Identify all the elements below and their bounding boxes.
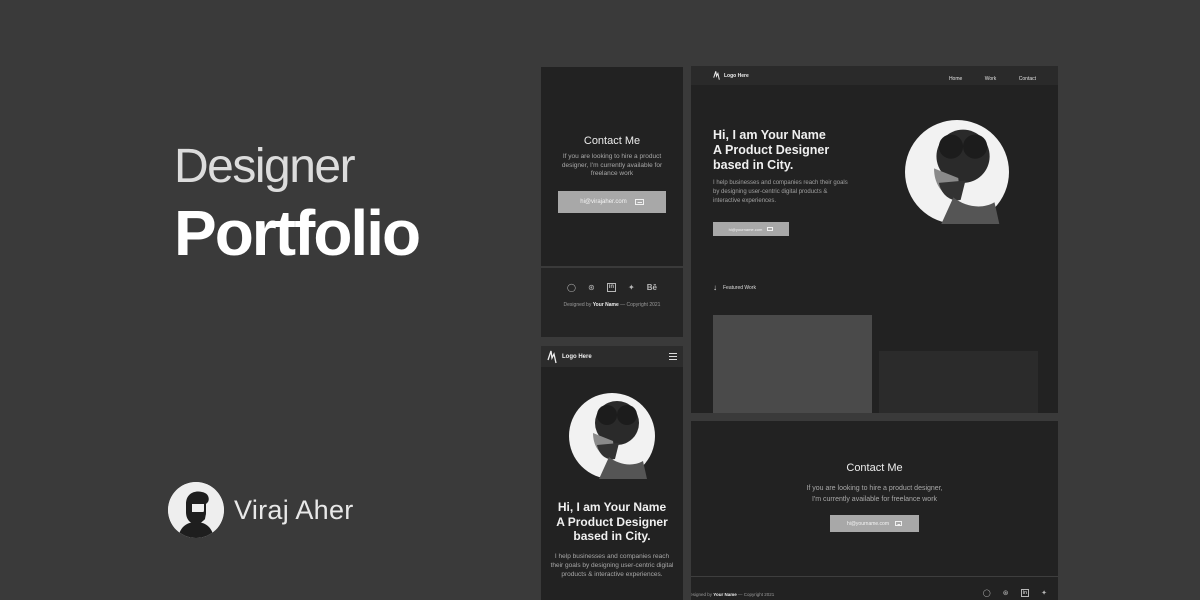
contact-title: Contact Me <box>583 135 641 147</box>
logo-text: Logo Here <box>562 353 592 360</box>
email-button[interactable]: hi@virajaher.com <box>558 190 666 213</box>
nav-home[interactable]: Home <box>949 76 962 82</box>
author: Viraj Aher <box>168 482 354 538</box>
dribbble-icon[interactable]: ⊛ <box>588 283 595 292</box>
desktop-contact-panel: Contact Me If you are looking to hire a … <box>691 421 1058 600</box>
contact-description: If you are looking to hire a product des… <box>806 485 943 503</box>
hero-heading: Hi, I am Your Name A Product Designer ba… <box>713 128 830 172</box>
hero-heading: Hi, I am Your Name A Product Designer ba… <box>556 500 668 543</box>
hero-title-portfolio: Portfolio <box>174 197 421 269</box>
hero-title-designer: Designer <box>174 140 356 193</box>
featured-work-card-1[interactable] <box>713 315 872 413</box>
mail-icon <box>767 227 774 231</box>
footer-credit: Designed by Your Name — Copyright 2021 <box>563 302 661 308</box>
hero-title: Designer Portfolio <box>174 140 421 269</box>
nav-work[interactable]: Work <box>985 76 997 82</box>
email-button[interactable]: hi@yourname.com <box>830 515 919 532</box>
arrow-down-icon: ↓ <box>713 283 717 292</box>
linkedin-icon[interactable]: in <box>606 283 617 292</box>
hero-description: I help businesses and companies reach th… <box>713 180 848 204</box>
dribbble-icon[interactable]: ⊛ <box>1003 589 1009 597</box>
mobile-contact-panel: Contact Me If you are looking to hire a … <box>541 67 683 266</box>
twitter-icon[interactable]: ✦ <box>1041 589 1047 597</box>
featured-work-label[interactable]: ↓ Featured Work <box>713 283 756 292</box>
footer-credit: Designed by Your Name — Copyright 2021 <box>691 592 775 597</box>
linkedin-icon[interactable]: in <box>1020 589 1030 597</box>
mail-icon <box>895 521 903 526</box>
logo-icon <box>713 71 720 80</box>
whatsapp-icon[interactable]: ◯ <box>983 589 991 597</box>
mobile-footer-panel: ◯ ⊛ in ✦ Bē Designed by Your Name — Copy… <box>541 268 683 337</box>
twitter-icon[interactable]: ✦ <box>628 283 635 292</box>
logo[interactable]: Logo Here <box>713 70 749 81</box>
profile-photo <box>905 120 1009 224</box>
desktop-home-panel: Logo Here Home Work Contact Hi, I am You… <box>691 66 1058 413</box>
email-button-label: hi@virajaher.com <box>580 198 627 205</box>
logo[interactable]: Logo Here <box>547 350 592 364</box>
mobile-navbar: Logo Here <box>541 346 683 367</box>
footer-divider <box>691 576 1058 577</box>
featured-work-card-2[interactable] <box>879 351 1038 413</box>
logo-text: Logo Here <box>724 72 749 79</box>
desktop-navbar: Logo Here Home Work Contact <box>691 66 1058 85</box>
email-button-label: hi@yourname.com <box>728 226 763 232</box>
email-button-label: hi@yourname.com <box>846 520 890 527</box>
hero-description: I help businesses and companies reach th… <box>550 552 674 578</box>
contact-description: If you are looking to hire a product des… <box>561 153 663 177</box>
author-name: Viraj Aher <box>234 494 354 525</box>
hamburger-menu-icon[interactable] <box>669 351 677 362</box>
user-silhouette-icon <box>168 482 224 538</box>
logo-icon <box>547 350 557 363</box>
behance-icon[interactable]: Bē <box>647 283 657 292</box>
nav-contact[interactable]: Contact <box>1019 76 1036 82</box>
mail-icon <box>634 198 644 205</box>
mobile-home-panel: Logo Here Hi, I am Your Name A Product D… <box>541 346 683 600</box>
whatsapp-icon[interactable]: ◯ <box>567 283 576 292</box>
contact-title: Contact Me <box>846 462 903 474</box>
profile-photo <box>569 393 655 479</box>
email-button[interactable]: hi@yourname.com <box>713 222 789 236</box>
